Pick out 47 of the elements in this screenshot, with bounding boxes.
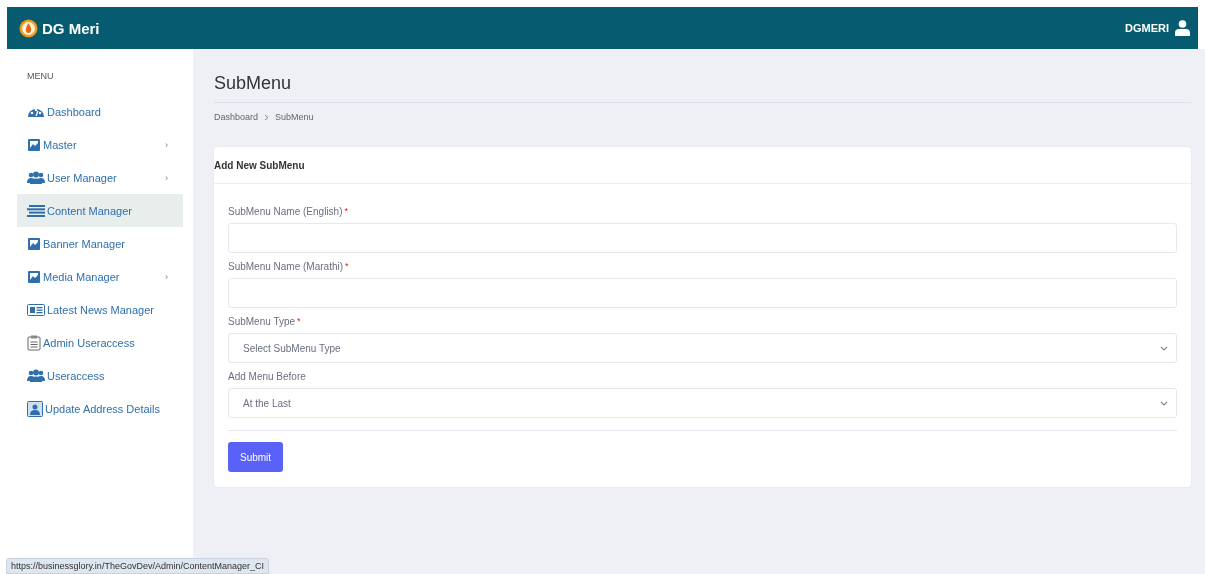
card-title: Add New SubMenu: [214, 147, 1191, 184]
chevron-icon: ›: [165, 139, 168, 150]
picture-file-icon: [27, 137, 41, 152]
sidebar-item[interactable]: Content Manager: [17, 194, 183, 227]
sidebar-item[interactable]: Dashboard: [17, 95, 183, 128]
sidebar-item[interactable]: User Manager ›: [17, 161, 183, 194]
logo-icon: [19, 18, 38, 38]
sidebar-item[interactable]: Admin Useraccess: [17, 326, 183, 359]
sidebar-item[interactable]: Latest News Manager: [17, 293, 183, 326]
breadcrumb-link[interactable]: Dashboard: [214, 112, 259, 122]
lines-icon: [27, 204, 45, 217]
newspaper-icon: [27, 303, 45, 316]
breadcrumb-current: SubMenu: [275, 112, 314, 122]
sidebar-item[interactable]: Banner Manager: [17, 227, 183, 260]
page-title: SubMenu: [214, 73, 1191, 103]
picture-file-icon: [27, 236, 41, 251]
required-mark: *: [344, 206, 348, 217]
submit-button[interactable]: Submit: [228, 442, 284, 472]
required-mark: *: [345, 261, 349, 272]
chevron-down-icon: [1160, 400, 1168, 406]
users-icon: [27, 171, 45, 184]
text-field[interactable]: [228, 278, 1177, 308]
text-field[interactable]: [228, 223, 1177, 253]
select-field[interactable]: Select SubMenu Type: [228, 333, 1177, 363]
user-icon[interactable]: [1175, 20, 1190, 36]
picture-file-icon: [27, 269, 41, 284]
brand-name: DG Meri: [42, 19, 100, 37]
field-label: Add Menu Before: [228, 371, 306, 382]
chevron-icon: [264, 113, 270, 121]
chevron-icon: ›: [165, 271, 168, 282]
required-mark: *: [297, 316, 301, 327]
chevron-down-icon: [1160, 345, 1168, 351]
users-icon: [27, 369, 45, 382]
chevron-icon: ›: [165, 172, 168, 183]
sidebar-item[interactable]: Useraccess: [17, 359, 183, 392]
sidebar-item[interactable]: Update Address Details: [17, 392, 183, 425]
sidebar-item[interactable]: Media Manager ›: [17, 260, 183, 293]
field-label: SubMenu Name (Marathi): [228, 261, 344, 272]
clipboard-icon: [27, 334, 41, 351]
id-card-icon: [27, 400, 43, 417]
sidebar-item[interactable]: Master ›: [17, 128, 183, 161]
field-label: SubMenu Name (English): [228, 206, 343, 217]
select-field[interactable]: At the Last: [228, 388, 1177, 418]
field-label: SubMenu Type: [228, 316, 296, 327]
menu-heading: MENU: [27, 71, 55, 81]
status-url: https://businessglory.in/TheGovDev/Admin/ContentManager_CI: [6, 558, 269, 574]
user-name[interactable]: DGMERI: [1125, 22, 1169, 34]
